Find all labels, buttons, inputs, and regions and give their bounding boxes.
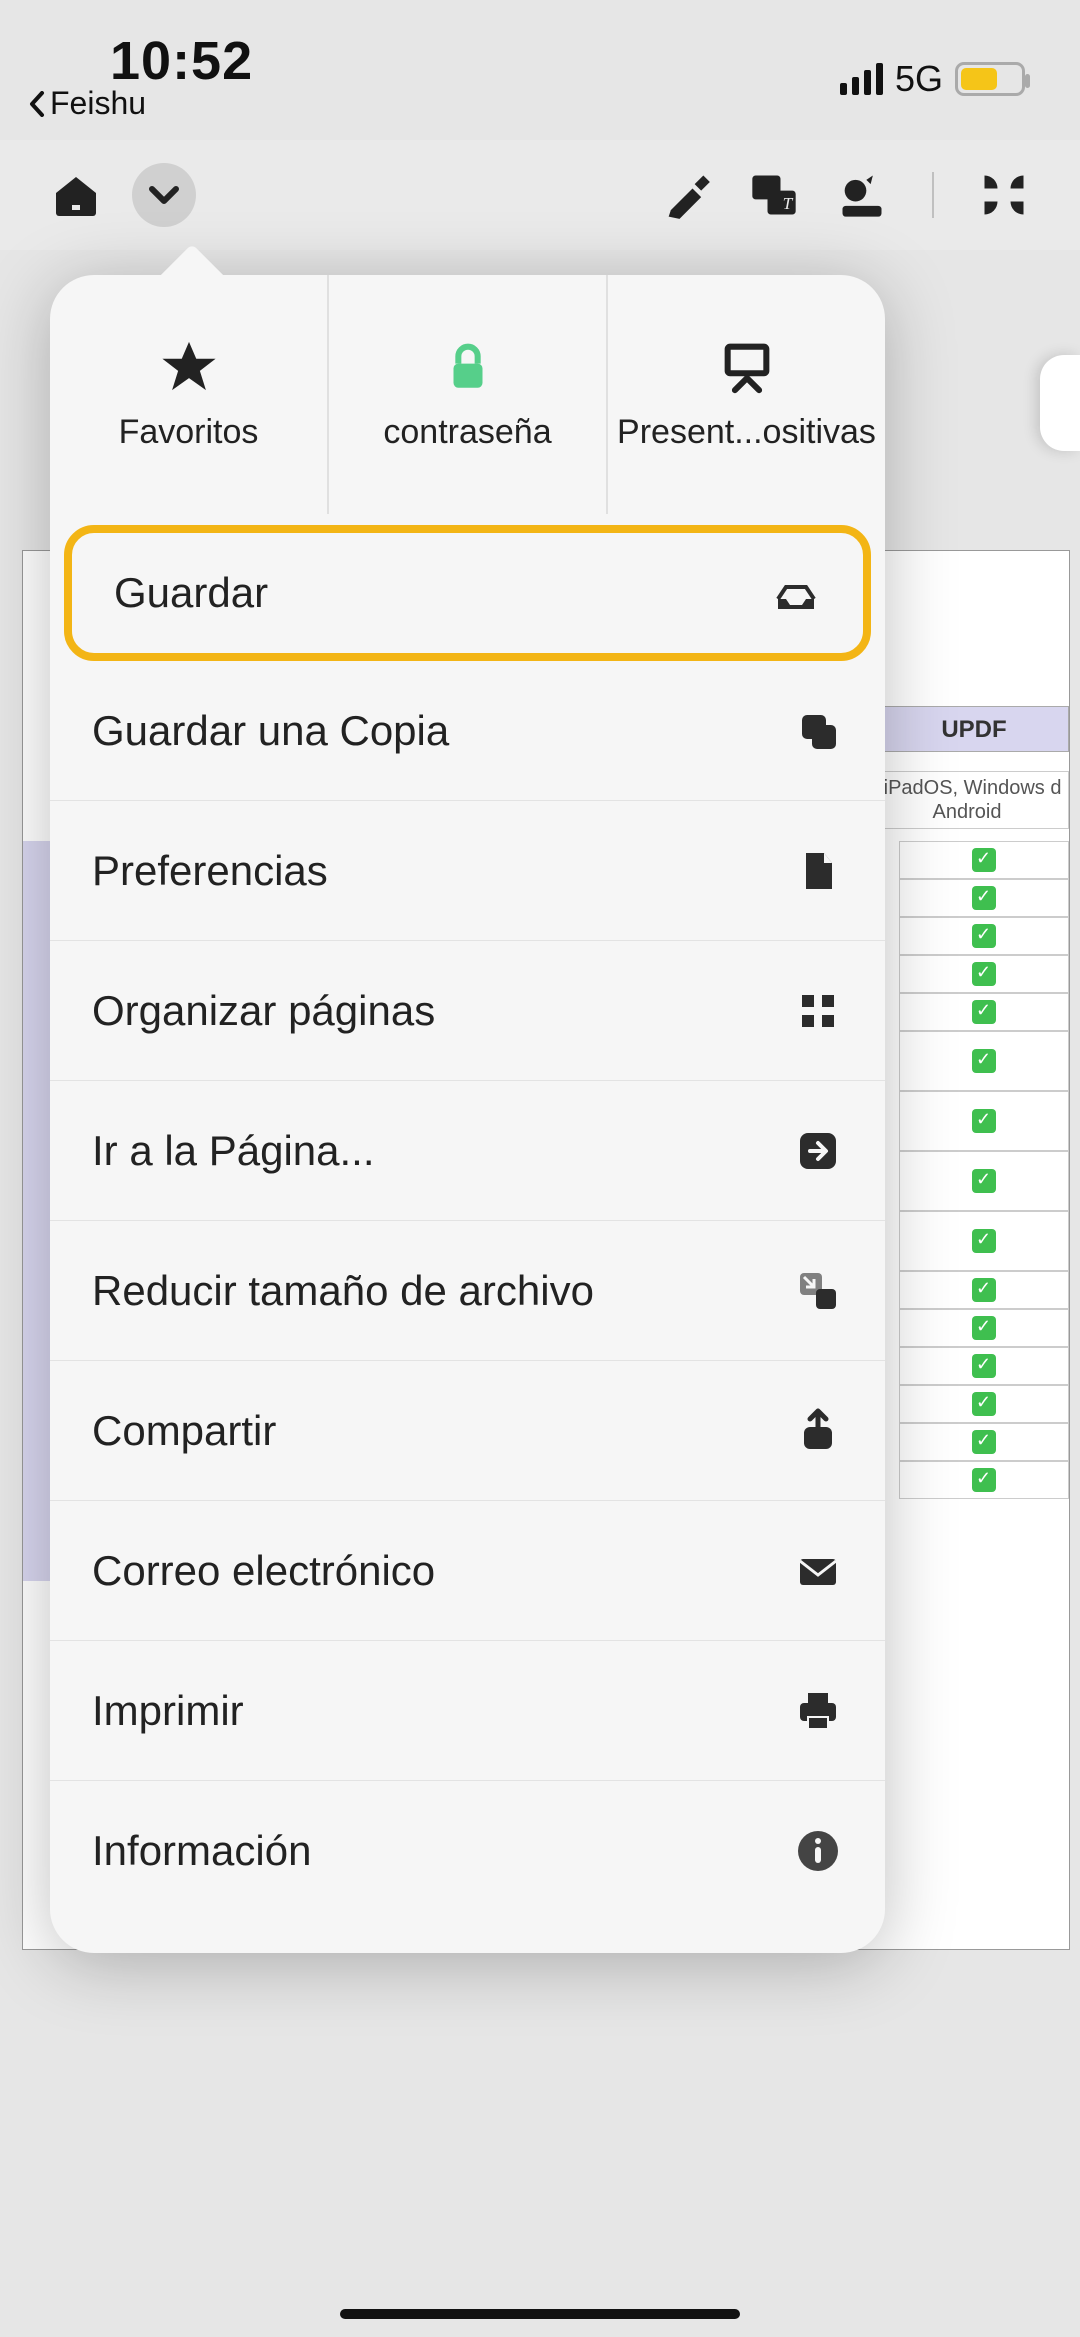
check-icon bbox=[972, 962, 996, 986]
status-time: 10:52 bbox=[110, 30, 253, 92]
mail-icon bbox=[793, 1546, 843, 1596]
share-menu-item[interactable]: Compartir bbox=[50, 1361, 885, 1501]
top-toolbar: T bbox=[0, 140, 1080, 250]
battery-icon bbox=[955, 62, 1025, 96]
share-icon bbox=[793, 1406, 843, 1456]
lock-icon bbox=[439, 337, 497, 395]
info-icon bbox=[793, 1826, 843, 1876]
back-app-label: Feishu bbox=[50, 85, 146, 122]
save-label: Guardar bbox=[114, 569, 268, 617]
cell-signal-icon bbox=[840, 63, 883, 95]
email-label: Correo electrónico bbox=[92, 1547, 435, 1595]
check-icon bbox=[972, 848, 996, 872]
share-label: Compartir bbox=[92, 1407, 276, 1455]
check-icon bbox=[972, 1316, 996, 1340]
status-bar: 10:52 5G bbox=[0, 0, 1080, 140]
apps-grid-button[interactable] bbox=[972, 163, 1036, 227]
file-menu-popover: Favoritos contraseña Present...ositivas … bbox=[50, 275, 885, 1953]
check-icon bbox=[972, 1109, 996, 1133]
print-label: Imprimir bbox=[92, 1687, 244, 1735]
svg-text:T: T bbox=[783, 194, 794, 213]
popover-tabs: Favoritos contraseña Present...ositivas bbox=[50, 275, 885, 515]
check-icon bbox=[972, 1000, 996, 1024]
slideshow-tab[interactable]: Present...ositivas bbox=[608, 275, 885, 514]
document-icon bbox=[793, 846, 843, 896]
reduce-label: Reducir tamaño de archivo bbox=[92, 1267, 594, 1315]
stamp-button[interactable] bbox=[830, 163, 894, 227]
back-caret-icon bbox=[28, 91, 48, 117]
home-icon bbox=[52, 171, 100, 219]
save-copy-label: Guardar una Copia bbox=[92, 707, 449, 755]
check-icon bbox=[972, 924, 996, 948]
status-right: 5G bbox=[840, 58, 1025, 100]
grid-icon bbox=[978, 169, 1030, 221]
info-menu-item[interactable]: Información bbox=[50, 1781, 885, 1921]
check-icon bbox=[972, 1229, 996, 1253]
presentation-icon bbox=[718, 337, 776, 395]
preferences-label: Preferencias bbox=[92, 847, 328, 895]
toolbar-divider bbox=[932, 172, 934, 218]
preferences-menu-item[interactable]: Preferencias bbox=[50, 801, 885, 941]
slideshow-label: Present...ositivas bbox=[611, 413, 882, 452]
stamp-icon bbox=[836, 169, 888, 221]
organize-label: Organizar páginas bbox=[92, 987, 435, 1035]
printer-icon bbox=[793, 1686, 843, 1736]
doc-col-sub: , iPadOS, Windows d Android bbox=[865, 771, 1069, 829]
textbox-icon: T bbox=[748, 169, 800, 221]
password-tab[interactable]: contraseña bbox=[329, 275, 608, 514]
home-indicator[interactable] bbox=[340, 2309, 740, 2319]
check-icon bbox=[972, 1468, 996, 1492]
reduce-size-menu-item[interactable]: Reducir tamaño de archivo bbox=[50, 1221, 885, 1361]
save-copy-menu-item[interactable]: Guardar una Copia bbox=[50, 661, 885, 801]
network-label: 5G bbox=[895, 58, 943, 100]
check-icon bbox=[972, 1169, 996, 1193]
popover-list: Guardar Guardar una Copia Preferencias O… bbox=[50, 525, 885, 1953]
check-icon bbox=[972, 1049, 996, 1073]
arrow-box-icon bbox=[793, 1126, 843, 1176]
check-icon bbox=[972, 1354, 996, 1378]
back-to-app-button[interactable]: Feishu bbox=[28, 85, 146, 122]
goto-label: Ir a la Página... bbox=[92, 1127, 375, 1175]
favorites-label: Favoritos bbox=[113, 413, 265, 452]
print-menu-item[interactable]: Imprimir bbox=[50, 1641, 885, 1781]
check-icon bbox=[972, 1430, 996, 1454]
side-handle[interactable] bbox=[1040, 355, 1080, 451]
textbox-button[interactable]: T bbox=[742, 163, 806, 227]
save-menu-item[interactable]: Guardar bbox=[64, 525, 871, 661]
organize-pages-menu-item[interactable]: Organizar páginas bbox=[50, 941, 885, 1081]
highlighter-icon bbox=[660, 169, 712, 221]
check-icon bbox=[972, 1278, 996, 1302]
dropdown-toggle-button[interactable] bbox=[132, 163, 196, 227]
doc-col-header: UPDF bbox=[879, 706, 1069, 752]
star-icon bbox=[160, 337, 218, 395]
compress-icon bbox=[793, 1266, 843, 1316]
password-label: contraseña bbox=[377, 413, 557, 452]
grid-4-icon bbox=[793, 986, 843, 1036]
copy-icon bbox=[793, 706, 843, 756]
info-label: Información bbox=[92, 1827, 311, 1875]
chevron-down-icon bbox=[140, 171, 188, 219]
email-menu-item[interactable]: Correo electrónico bbox=[50, 1501, 885, 1641]
favorites-tab[interactable]: Favoritos bbox=[50, 275, 329, 514]
home-button[interactable] bbox=[44, 163, 108, 227]
check-icon bbox=[972, 1392, 996, 1416]
check-icon bbox=[972, 886, 996, 910]
save-tray-icon bbox=[771, 568, 821, 618]
goto-page-menu-item[interactable]: Ir a la Página... bbox=[50, 1081, 885, 1221]
highlighter-button[interactable] bbox=[654, 163, 718, 227]
